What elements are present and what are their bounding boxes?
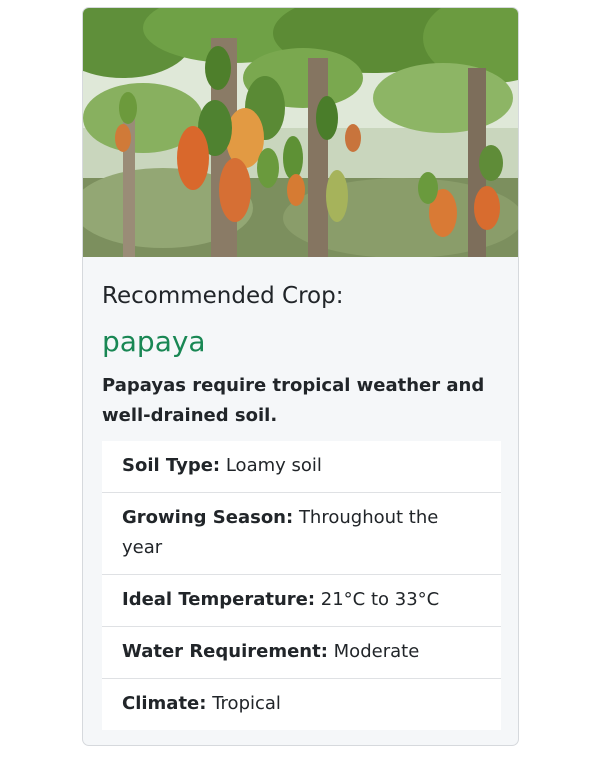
crop-recommendation-card: Recommended Crop: papaya Papayas require… [82, 7, 519, 746]
detail-value: Tropical [212, 693, 281, 714]
detail-value: 21°C to 33°C [320, 589, 440, 610]
detail-growing-season: Growing Season: Throughout the year [102, 493, 501, 575]
detail-water-requirement: Water Requirement: Moderate [102, 627, 501, 679]
detail-key: Growing Season: [122, 507, 294, 528]
detail-key: Soil Type: [122, 455, 221, 476]
detail-key: Climate: [122, 693, 207, 714]
detail-key: Water Requirement: [122, 641, 328, 662]
detail-value: Moderate [333, 641, 420, 662]
detail-ideal-temperature: Ideal Temperature: 21°C to 33°C [102, 575, 501, 627]
crop-description: Papayas require tropical weather and wel… [102, 375, 485, 426]
detail-climate: Climate: Tropical [102, 679, 501, 730]
crop-details-list: Soil Type: Loamy soil Growing Season: Th… [102, 441, 501, 730]
recommended-crop-label: Recommended Crop: [102, 283, 344, 309]
detail-soil-type: Soil Type: Loamy soil [102, 441, 501, 493]
crop-name: papaya [102, 325, 206, 358]
detail-key: Ideal Temperature: [122, 589, 316, 610]
papaya-trees-image [83, 8, 518, 257]
detail-value: Loamy soil [225, 455, 322, 476]
